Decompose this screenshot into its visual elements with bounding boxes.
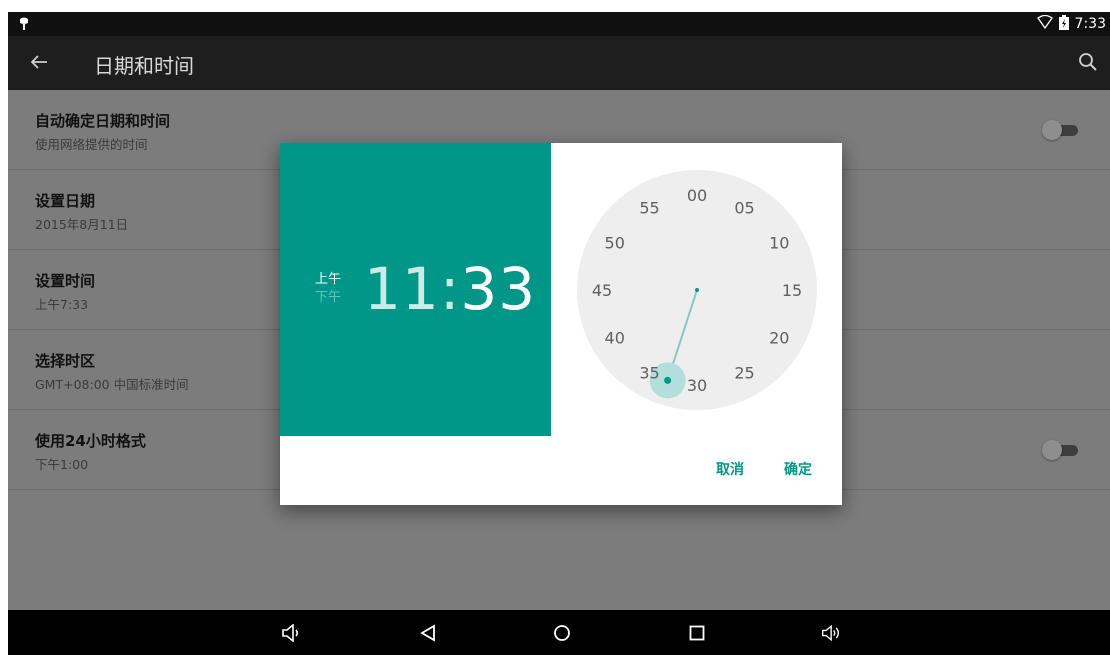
setting-title: 选择时区: [35, 352, 96, 370]
clock-number-45[interactable]: 45: [592, 281, 612, 300]
hour-value[interactable]: 11: [364, 255, 440, 323]
minute-clock-face[interactable]: 00 05 10 15 20 25 30 35 40 45 50 55: [577, 170, 817, 410]
back-arrow-icon[interactable]: [28, 51, 50, 77]
am-pm-selector: 上午 下午: [315, 271, 341, 307]
24hour-toggle[interactable]: [1042, 440, 1080, 460]
setting-title: 设置时间: [35, 272, 96, 290]
navigation-bar: [8, 610, 1110, 655]
clock-number-20[interactable]: 20: [769, 329, 789, 348]
setting-title: 使用24小时格式: [35, 432, 146, 450]
clock-center-dot: [695, 288, 699, 292]
auto-time-toggle[interactable]: [1042, 120, 1080, 140]
status-bar: 7:33: [8, 12, 1110, 36]
clock-number-00[interactable]: 00: [687, 186, 707, 205]
setting-summary: 使用网络提供的时间: [35, 137, 148, 152]
time-picker-dialog: 上午 下午 11 : 33 00 05 10 15 20 25 30 35 40 45 50 55 取…: [280, 143, 842, 505]
time-header: 上午 下午 11 : 33: [280, 143, 551, 436]
clock-number-05[interactable]: 05: [734, 199, 754, 218]
wifi-icon: [1036, 14, 1053, 33]
volume-up-icon[interactable]: [821, 622, 843, 644]
setting-summary: 下午1:00: [35, 457, 89, 472]
status-clock: 7:33: [1074, 16, 1106, 32]
back-icon[interactable]: [417, 622, 439, 644]
screen: 7:33 日期和时间 自动确定日期和时间 使用网络提供的时间 设置日期 2015…: [8, 12, 1110, 655]
pm-label[interactable]: 下午: [315, 289, 341, 307]
setting-summary: GMT+08:00 中国标准时间: [35, 377, 189, 392]
home-icon[interactable]: [551, 622, 573, 644]
volume-down-icon[interactable]: [281, 622, 303, 644]
clock-number-10[interactable]: 10: [769, 234, 789, 253]
clock-number-35[interactable]: 35: [639, 363, 659, 382]
clock-hand-tip: [664, 376, 672, 384]
time-display: 11 : 33: [364, 255, 536, 323]
search-icon[interactable]: [1078, 52, 1098, 76]
setting-summary: 2015年8月11日: [35, 217, 129, 232]
android-debug-icon: [18, 16, 30, 35]
clock-number-15[interactable]: 15: [782, 281, 802, 300]
time-separator: :: [439, 255, 461, 323]
clock-number-50[interactable]: 50: [605, 234, 625, 253]
minute-value[interactable]: 33: [460, 255, 536, 323]
clock-number-55[interactable]: 55: [639, 199, 659, 218]
setting-title: 设置日期: [35, 192, 96, 210]
action-bar: 日期和时间: [8, 36, 1110, 90]
battery-icon: [1058, 14, 1069, 34]
setting-title: 自动确定日期和时间: [35, 112, 171, 130]
recents-icon[interactable]: [686, 622, 708, 644]
dialog-buttons: 取消 确定: [716, 459, 812, 479]
clock-number-25[interactable]: 25: [734, 363, 754, 382]
setting-summary: 上午7:33: [35, 297, 89, 312]
clock-number-30[interactable]: 30: [687, 376, 707, 395]
ok-button[interactable]: 确定: [784, 459, 812, 479]
cancel-button[interactable]: 取消: [716, 459, 744, 479]
clock-number-40[interactable]: 40: [605, 329, 625, 348]
page-title: 日期和时间: [94, 54, 194, 78]
am-label[interactable]: 上午: [315, 271, 341, 289]
